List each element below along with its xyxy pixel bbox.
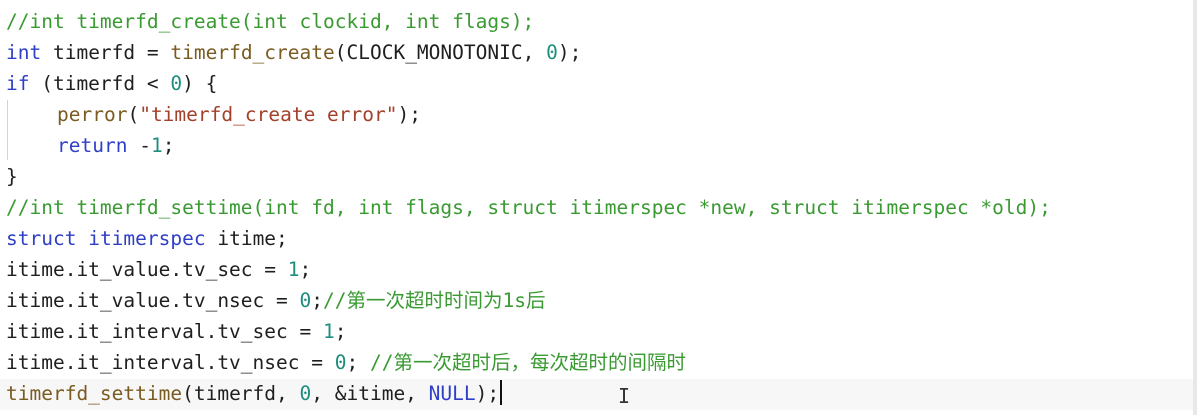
code-token: itimerspec xyxy=(88,227,206,250)
code-token: timerfd = xyxy=(41,41,171,64)
code-token: itime.it_value.tv_sec = xyxy=(6,258,288,281)
code-token: 1 xyxy=(287,258,300,281)
code-area[interactable]: //int timerfd_create(int clockid, int fl… xyxy=(6,6,1051,409)
code-token: NULL xyxy=(428,382,476,405)
code-token: ; xyxy=(299,258,312,281)
code-token: "timerfd_create error" xyxy=(139,103,398,126)
code-token: ); xyxy=(475,382,500,405)
code-token: 1 xyxy=(322,320,335,343)
code-line[interactable]: itime.it_value.tv_sec = 1; xyxy=(6,254,1051,285)
code-token: , &itime, xyxy=(311,382,429,405)
code-token: itime.it_value.tv_nsec = xyxy=(6,289,300,312)
code-token: 0 xyxy=(170,72,183,95)
code-line[interactable]: perror("timerfd_create error"); xyxy=(6,99,1051,130)
code-token: (timerfd, xyxy=(182,382,300,405)
code-token: //int timerfd_settime(int fd, int flags,… xyxy=(6,196,1051,219)
code-token: return xyxy=(57,134,128,157)
code-token: ( xyxy=(127,103,140,126)
code-line[interactable]: if (timerfd < 0) { xyxy=(6,68,1051,99)
text-cursor-icon: I xyxy=(618,384,631,408)
code-line[interactable]: return -1; xyxy=(6,130,1051,161)
code-token: 0 xyxy=(299,382,312,405)
code-line[interactable]: itime.it_interval.tv_nsec = 0; //第一次超时后，… xyxy=(6,347,1051,378)
code-token: struct xyxy=(6,227,77,250)
code-token: itime; xyxy=(205,227,288,250)
code-line[interactable]: timerfd_settime(timerfd, 0, &itime, NULL… xyxy=(6,378,1051,409)
code-line[interactable]: //int timerfd_settime(int fd, int flags,… xyxy=(6,192,1051,223)
code-token: 0 xyxy=(299,289,312,312)
code-token: ) { xyxy=(182,72,218,95)
text-caret xyxy=(500,380,503,405)
code-token: - xyxy=(127,134,151,157)
code-token: itime.it_interval.tv_sec = xyxy=(6,320,323,343)
code-token: ; xyxy=(346,351,370,374)
code-token: perror xyxy=(57,103,128,126)
code-line[interactable]: int timerfd = timerfd_create(CLOCK_MONOT… xyxy=(6,37,1051,68)
code-token: timerfd_create xyxy=(170,41,335,64)
code-token: if xyxy=(6,72,30,95)
code-token: //第一次超时时间为1s后 xyxy=(323,289,546,312)
code-line[interactable]: itime.it_value.tv_nsec = 0;//第一次超时时间为1s后 xyxy=(6,285,1051,316)
code-token: ); xyxy=(397,103,421,126)
code-token: //第一次超时后，每次超时的间隔时 xyxy=(369,351,686,374)
code-token: } xyxy=(6,165,18,188)
code-line[interactable]: //int timerfd_create(int clockid, int fl… xyxy=(6,6,1051,37)
code-token: itime.it_interval.tv_nsec = xyxy=(6,351,335,374)
code-token: 1 xyxy=(150,134,163,157)
code-token: ; xyxy=(311,289,323,312)
code-token: 0 xyxy=(334,351,347,374)
code-editor[interactable]: //int timerfd_create(int clockid, int fl… xyxy=(0,0,1197,415)
code-token: 0 xyxy=(546,41,558,64)
code-line[interactable]: itime.it_interval.tv_sec = 1; xyxy=(6,316,1051,347)
code-token: ; xyxy=(162,134,175,157)
code-token: ; xyxy=(334,320,347,343)
code-token: (timerfd < xyxy=(29,72,171,95)
code-token: int xyxy=(6,41,42,64)
code-token: //int timerfd_create(int clockid, int fl… xyxy=(6,10,535,33)
code-token: (CLOCK_MONOTONIC, xyxy=(334,41,547,64)
code-line[interactable]: } xyxy=(6,161,1051,192)
code-line[interactable]: struct itimerspec itime; xyxy=(6,223,1051,254)
vertical-scrollbar[interactable] xyxy=(1193,0,1197,415)
code-token: timerfd_settime xyxy=(6,382,183,405)
code-token: ); xyxy=(557,41,582,64)
